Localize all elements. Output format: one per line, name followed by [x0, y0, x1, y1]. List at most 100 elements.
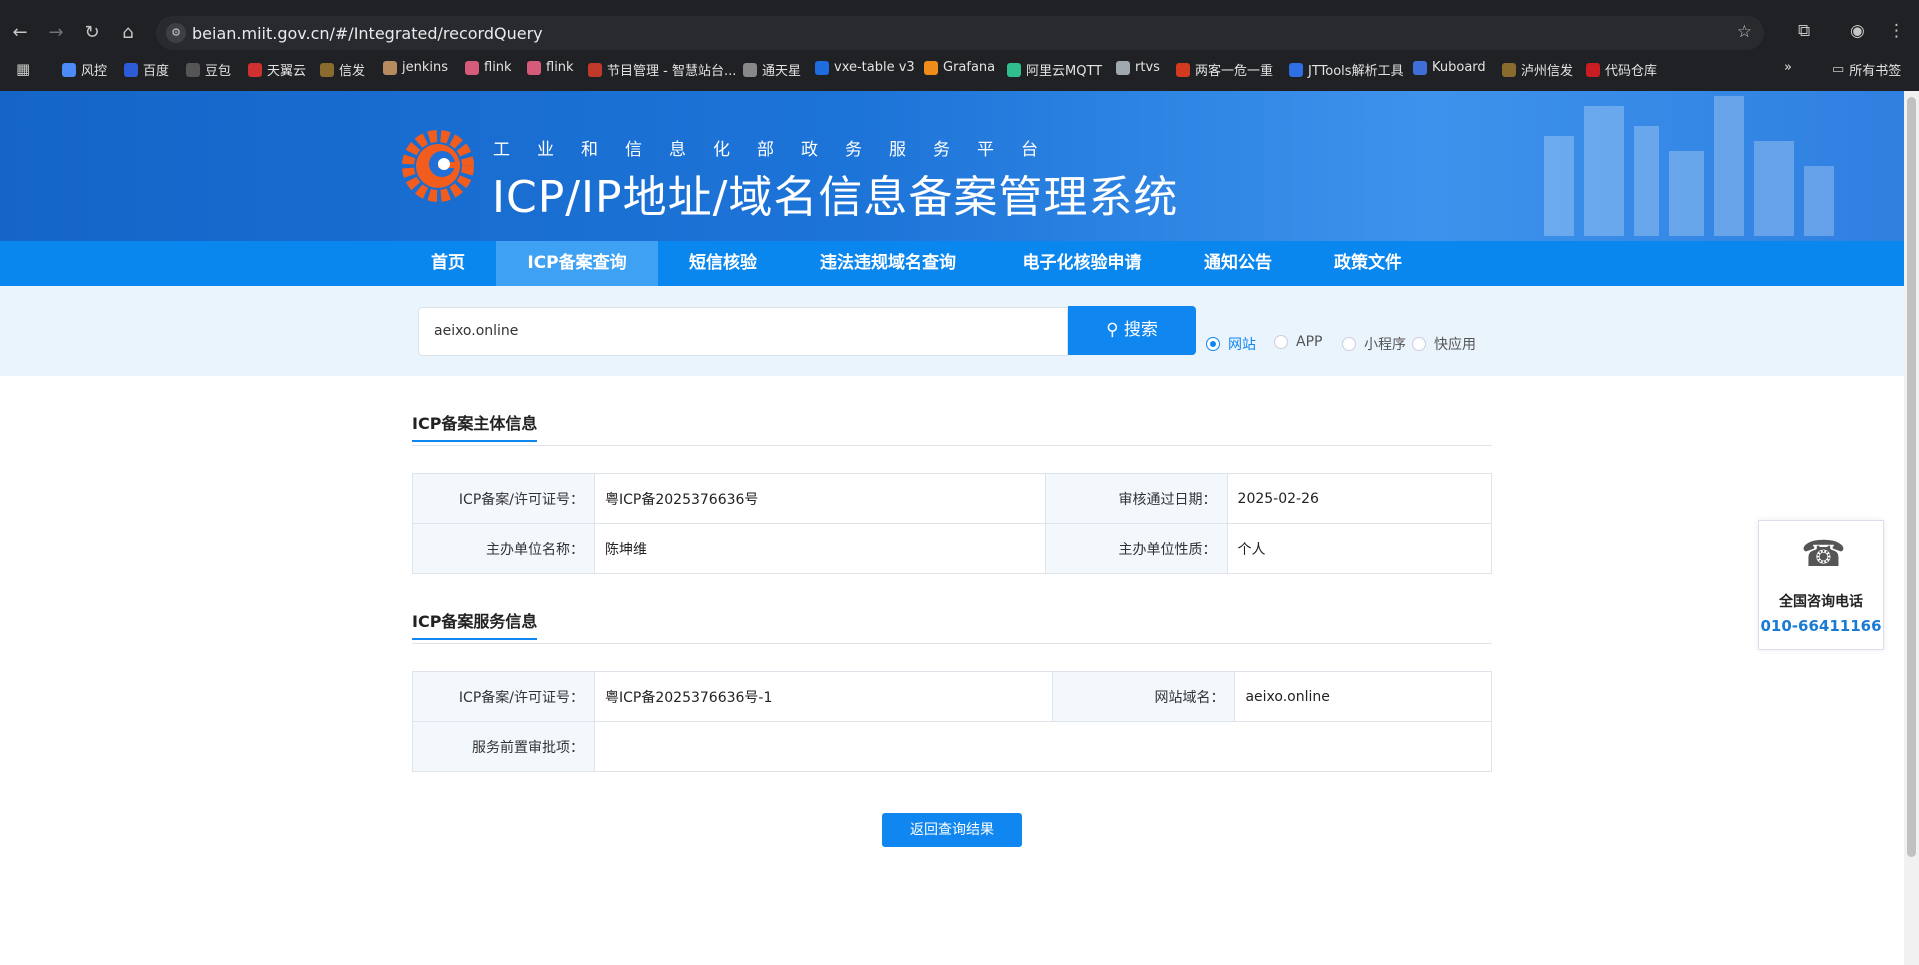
flink-icon	[465, 60, 479, 75]
bookmarks-bar: ▦ ▭ 所有书签 » 风控 百度 豆包 天翼云 信发 jenkins flink flink 节目…	[0, 56, 1919, 84]
site-banner: 工业和信息化部政务服务平台 ICP/IP地址/域名信息备案管理系统	[0, 91, 1904, 241]
menu-dots-icon[interactable]: ⋮	[1888, 21, 1905, 41]
table-key: ICP备案/许可证号：	[412, 671, 595, 722]
apps-grid-icon[interactable]: ▦	[16, 60, 30, 78]
bookmark-item[interactable]: jenkins	[383, 60, 448, 75]
main-nav: 首页 ICP备案查询 短信核验 违法违规域名查询 电子化核验申请 通知公告 政策…	[0, 241, 1904, 286]
site-info-icon[interactable]: ⚙	[166, 23, 186, 43]
nav-policy-docs[interactable]: 政策文件	[1322, 241, 1414, 286]
bookmark-icon	[62, 62, 76, 77]
banner-subtitle: 工业和信息化部政务服务平台	[493, 140, 1065, 160]
table-row: ICP备案/许可证号： 粤ICP备2025376636号-1 网站域名： aei…	[412, 671, 1492, 722]
city-skyline-decoration	[1544, 96, 1834, 236]
bookmark-item[interactable]: 两客一危一重	[1176, 60, 1273, 79]
radio-app[interactable]: APP	[1274, 334, 1322, 350]
reload-icon[interactable]: ↻	[80, 21, 104, 45]
doc-icon	[1116, 60, 1130, 75]
banner-title: ICP/IP地址/域名信息备案管理系统	[492, 172, 1179, 223]
telephone-icon: ☎	[1801, 534, 1846, 575]
program-icon	[588, 62, 602, 77]
bookmark-item[interactable]: 豆包	[186, 60, 231, 79]
divider	[412, 445, 1492, 446]
search-button[interactable]: ⚲ 搜索	[1068, 306, 1196, 355]
forward-icon[interactable]: →	[44, 21, 68, 45]
search-icon: ⚲	[1106, 320, 1119, 340]
nav-notices[interactable]: 通知公告	[1192, 241, 1284, 286]
vxe-icon	[815, 60, 829, 75]
bookmark-item[interactable]: 通天星	[743, 60, 801, 79]
radio-website[interactable]: 网站	[1206, 334, 1256, 354]
bookmark-item[interactable]: 天翼云	[248, 60, 306, 79]
nav-illegal-domain-query[interactable]: 违法违规域名查询	[806, 241, 970, 286]
bookmark-item[interactable]: 阿里云MQTT	[1007, 60, 1102, 79]
bookmark-item[interactable]: Grafana	[924, 60, 995, 75]
nav-icp-query[interactable]: ICP备案查询	[496, 241, 658, 286]
table-value: 陈坤维	[594, 523, 1046, 574]
subject-section-title: ICP备案主体信息	[412, 410, 538, 442]
flink-icon	[527, 60, 541, 75]
bookmark-item[interactable]: 信发	[320, 60, 365, 79]
table-row: ICP备案/许可证号： 粤ICP备2025376636号 审核通过日期： 202…	[412, 473, 1493, 524]
bookmark-item[interactable]: rtvs	[1116, 60, 1160, 75]
table-row: 服务前置审批项：	[412, 721, 1492, 772]
emblem-icon	[1176, 62, 1190, 77]
table-value: aeixo.online	[1234, 671, 1492, 722]
gitee-icon	[1586, 62, 1600, 77]
nav-e-verify-apply[interactable]: 电子化核验申请	[1008, 241, 1156, 286]
table-value: 个人	[1226, 523, 1493, 574]
vertical-scrollbar[interactable]	[1904, 91, 1919, 965]
jenkins-icon	[383, 60, 397, 75]
service-section-title: ICP备案服务信息	[412, 608, 538, 640]
service-info-table: ICP备案/许可证号： 粤ICP备2025376636号-1 网站域名： aei…	[412, 671, 1492, 772]
contact-box: ☎ 全国咨询电话 010-66411166	[1758, 520, 1884, 650]
scrollbar-thumb[interactable]	[1907, 97, 1916, 857]
table-value: 粤ICP备2025376636号-1	[593, 671, 1054, 722]
bookmark-star-icon[interactable]: ☆	[1737, 22, 1752, 42]
bookmark-item[interactable]: flink	[465, 60, 512, 75]
mqtt-icon	[1007, 62, 1021, 77]
bookmark-item[interactable]: 代码仓库	[1586, 60, 1657, 79]
cloud-icon	[248, 62, 262, 77]
back-icon[interactable]: ←	[8, 21, 32, 45]
home-icon[interactable]: ⌂	[116, 21, 140, 45]
subject-info-table: ICP备案/许可证号： 粤ICP备2025376636号 审核通过日期： 202…	[412, 473, 1493, 574]
table-key: 服务前置审批项：	[412, 721, 595, 772]
bookmark-item[interactable]: 节目管理 - 智慧站台...	[588, 60, 736, 79]
url-text[interactable]: beian.miit.gov.cn/#/Integrated/recordQue…	[192, 24, 543, 43]
bookmark-item[interactable]: JTTools解析工具	[1289, 60, 1404, 79]
profile-icon[interactable]: ◉	[1850, 21, 1865, 41]
address-bar[interactable]: ⚙ beian.miit.gov.cn/#/Integrated/recordQ…	[156, 16, 1764, 50]
folder-icon: ▭	[1832, 62, 1845, 77]
table-value: 2025-02-26	[1226, 473, 1493, 524]
radio-quick-app[interactable]: 快应用	[1412, 334, 1476, 354]
toolbar: ← → ↻ ⌂ ⚙ beian.miit.gov.cn/#/Integrated…	[0, 12, 1919, 54]
radio-mini-program[interactable]: 小程序	[1342, 334, 1406, 354]
tab-search-icon[interactable]: ⧉	[1798, 21, 1810, 41]
baidu-icon	[124, 62, 138, 77]
search-input[interactable]: aeixo.online	[418, 307, 1068, 356]
table-key: 网站域名：	[1052, 671, 1236, 722]
all-bookmarks[interactable]: ▭ 所有书签	[1832, 60, 1901, 79]
bookmark-item[interactable]: flink	[527, 60, 574, 75]
search-area: aeixo.online ⚲ 搜索 网站 APP 小程序 快应用	[0, 286, 1904, 376]
pen-icon	[1502, 62, 1516, 77]
contact-label: 全国咨询电话	[1779, 594, 1863, 610]
grafana-icon	[924, 60, 938, 75]
pen-icon	[320, 62, 334, 77]
bookmark-item[interactable]: vxe-table v3	[815, 60, 915, 75]
bookmark-item[interactable]: Kuboard	[1413, 60, 1486, 75]
bookmarks-overflow-icon[interactable]: »	[1784, 60, 1792, 75]
table-key: 主办单位名称：	[412, 523, 595, 574]
nav-sms-verify[interactable]: 短信核验	[678, 241, 768, 286]
table-value	[594, 721, 1492, 772]
divider	[412, 643, 1492, 644]
table-key: 主办单位性质：	[1044, 523, 1228, 574]
bookmark-item[interactable]: 百度	[124, 60, 169, 79]
bookmark-item[interactable]: 泸州信发	[1502, 60, 1573, 79]
nav-home[interactable]: 首页	[418, 241, 478, 286]
bookmark-item[interactable]: 风控	[62, 60, 107, 79]
contact-phone: 010-66411166	[1760, 617, 1882, 635]
browser-chrome: ← → ↻ ⌂ ⚙ beian.miit.gov.cn/#/Integrated…	[0, 0, 1919, 91]
table-key: ICP备案/许可证号：	[412, 473, 595, 524]
return-results-button[interactable]: 返回查询结果	[882, 813, 1022, 847]
